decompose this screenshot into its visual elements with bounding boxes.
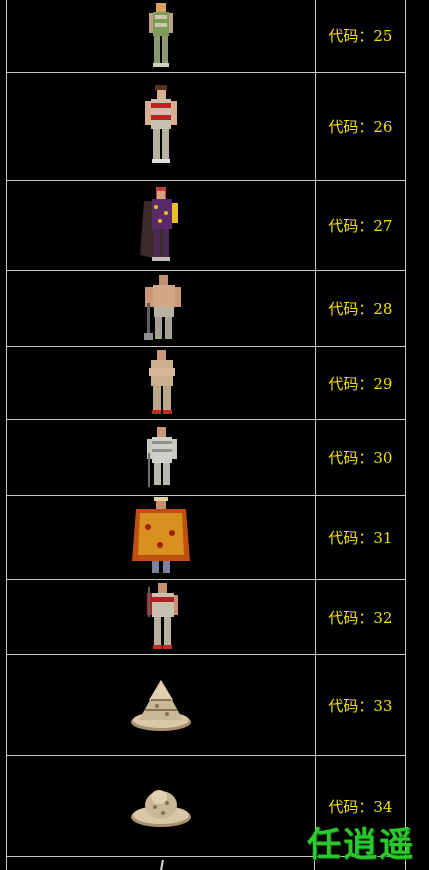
code-label: 代码：31 xyxy=(314,495,407,580)
table-row: 代码：32 xyxy=(6,579,407,655)
code-label: 代码：32 xyxy=(314,579,407,655)
code-label: 代码：33 xyxy=(314,654,407,756)
sprite-cell xyxy=(6,495,316,580)
item-code-table: 代码：25 代码：26 代码：27 代码：28 代码：29 代码：30 代码：3… xyxy=(6,0,407,857)
table-row: 代码：33 xyxy=(6,654,407,756)
table-row: 代码：31 xyxy=(6,495,407,580)
table-row: 代码：30 xyxy=(6,419,407,496)
pagoda-rock-icon xyxy=(130,680,191,731)
table-row: 代码：28 xyxy=(6,270,407,347)
general-caped-icon xyxy=(139,186,178,261)
bare-chest-warrior-icon xyxy=(143,274,181,340)
table-row: 代码：29 xyxy=(6,346,407,420)
sprite-cell xyxy=(6,419,316,496)
code-label: 代码：29 xyxy=(314,346,407,420)
sprite-cell xyxy=(6,0,316,73)
sprite-cell xyxy=(6,755,316,857)
table-row: 代码：27 xyxy=(6,180,407,271)
arms-crossed-soldier-icon xyxy=(148,350,175,414)
sprite-cell xyxy=(6,654,316,756)
site-watermark: 任逍遥 xyxy=(307,825,415,865)
code-label: 代码：27 xyxy=(314,180,407,271)
staff-soldier-icon xyxy=(146,426,177,487)
table-row: 代码：26 xyxy=(6,72,407,181)
soldier-green-icon xyxy=(148,2,173,67)
code-label: 代码：25 xyxy=(314,0,407,73)
sprite-cell xyxy=(6,180,316,271)
gold-cape-general-icon xyxy=(131,496,190,573)
code-label: 代码：28 xyxy=(314,270,407,347)
table-row: 代码：25 xyxy=(6,0,407,73)
code-label: 代码：30 xyxy=(314,419,407,496)
sprite-cell xyxy=(6,270,316,347)
mound-rock-icon xyxy=(130,790,191,827)
sprite-cell xyxy=(6,579,316,655)
sprite-cell xyxy=(6,72,316,181)
code-label: 代码：26 xyxy=(314,72,407,181)
spear-soldier-icon xyxy=(146,583,178,649)
sprite-cell xyxy=(6,346,316,420)
soldier-red-armor-icon xyxy=(144,84,177,163)
